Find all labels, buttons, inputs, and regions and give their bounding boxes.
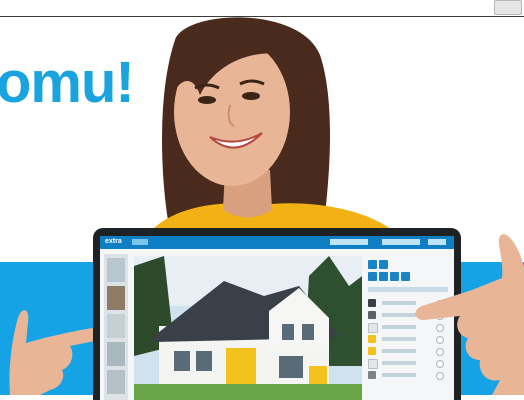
app-sidebar — [104, 254, 128, 400]
pencil-icon[interactable] — [368, 260, 377, 269]
color-label — [382, 325, 416, 329]
help-icon[interactable] — [401, 272, 410, 281]
app-header: extra — [100, 236, 454, 249]
color-label — [382, 313, 416, 317]
settings-icon[interactable] — [390, 272, 399, 281]
app-logo-badge — [132, 239, 148, 245]
app-nav-item[interactable] — [330, 239, 368, 245]
color-swatch — [368, 323, 378, 333]
sidebar-thumbnail[interactable] — [107, 258, 125, 282]
sidebar-thumbnail[interactable] — [107, 342, 125, 366]
color-swatch — [368, 347, 376, 355]
color-swatch — [368, 359, 378, 369]
right-eye — [242, 92, 260, 100]
color-swatch — [368, 335, 376, 343]
share-icon[interactable] — [368, 272, 377, 281]
color-swatch — [368, 311, 376, 319]
sidebar-thumbnail[interactable] — [107, 286, 125, 310]
color-swatch — [368, 371, 376, 379]
app-logo: extra — [105, 238, 122, 245]
color-label — [382, 301, 416, 305]
left-eye — [198, 96, 216, 104]
laptop: extra — [93, 228, 461, 400]
color-label — [382, 337, 416, 341]
sidebar-thumbnail[interactable] — [107, 370, 125, 394]
color-label — [382, 373, 416, 377]
laptop-screen: extra — [100, 236, 454, 400]
color-label — [382, 349, 416, 353]
right-hand — [415, 234, 524, 395]
sidebar-thumbnail[interactable] — [107, 314, 125, 338]
save-icon[interactable] — [379, 260, 388, 269]
color-label — [382, 361, 416, 365]
house-visualization — [134, 256, 362, 400]
print-icon[interactable] — [379, 272, 388, 281]
color-swatch — [368, 299, 376, 307]
